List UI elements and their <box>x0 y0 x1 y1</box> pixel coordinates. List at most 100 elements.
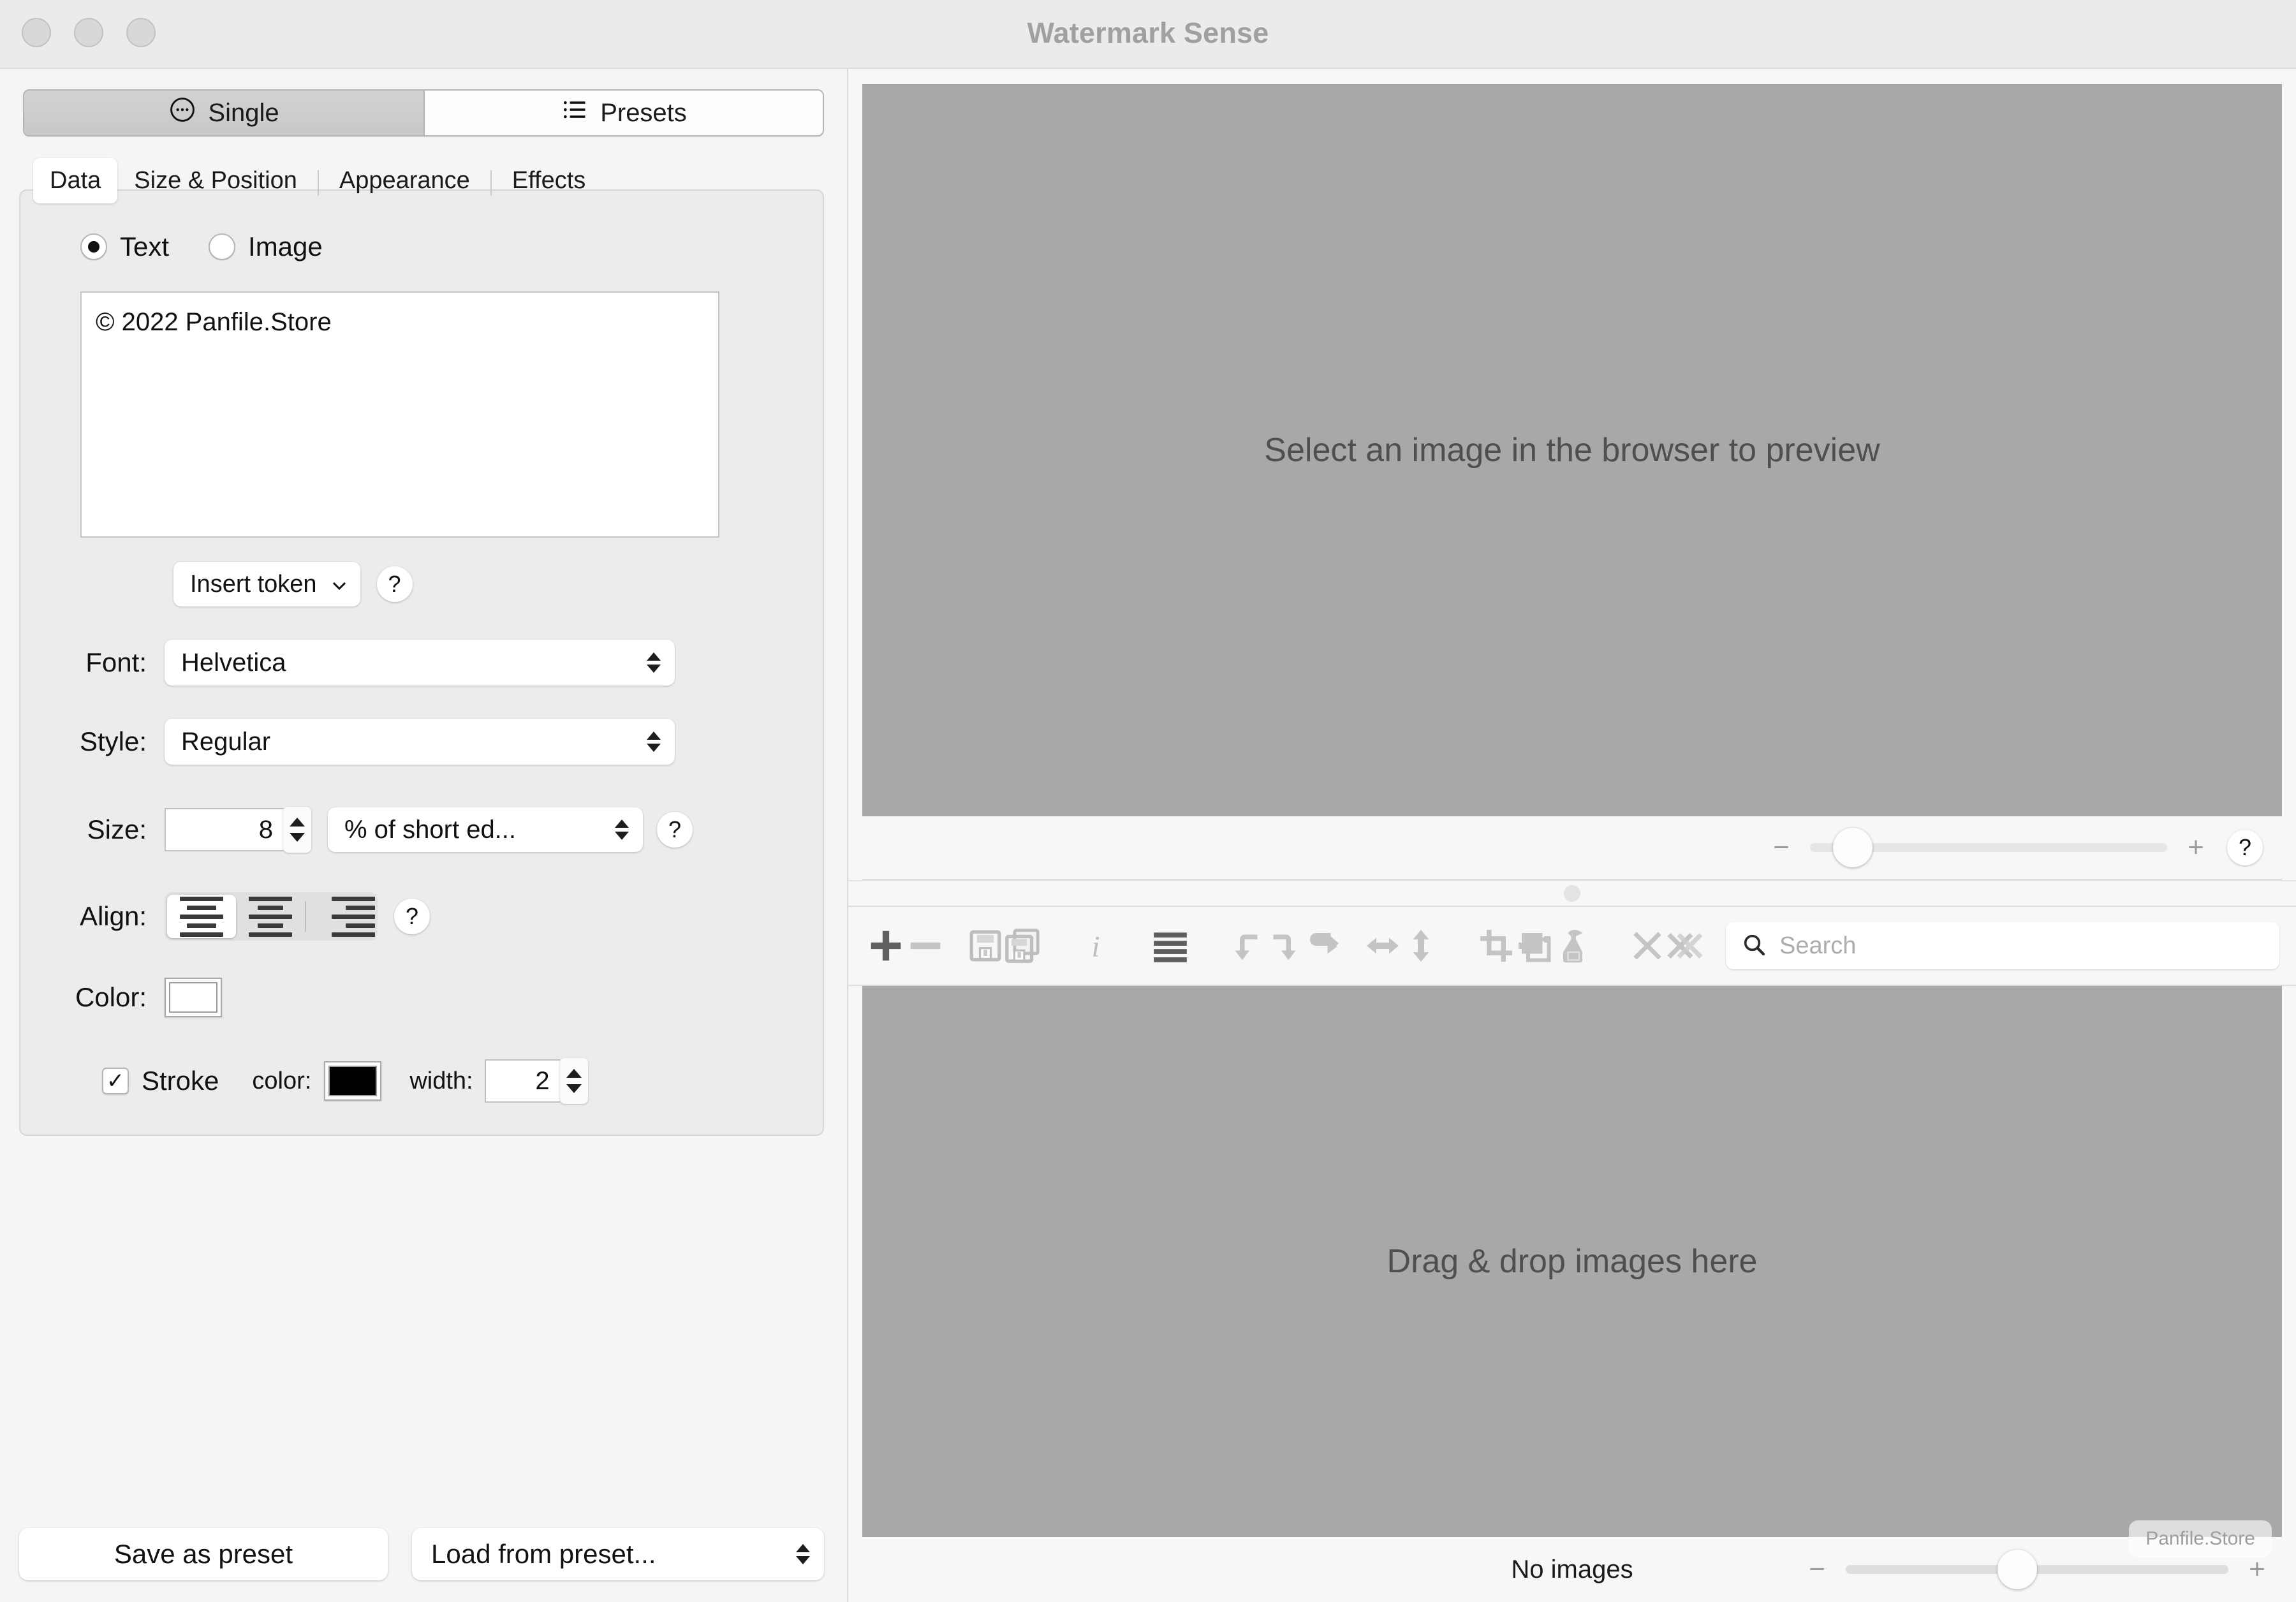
titlebar: Watermark Sense <box>0 0 2296 69</box>
remove-all-icon <box>1666 927 1704 965</box>
align-row: Align: ? <box>20 892 823 941</box>
transform-icon <box>1515 927 1554 965</box>
mode-label-presets: Presets <box>600 98 687 127</box>
stroke-row: ✓ Stroke color: width: 2 <box>20 1058 823 1104</box>
insert-token-row: Insert token ? <box>173 562 823 606</box>
stroke-color-well[interactable] <box>324 1061 382 1101</box>
insert-token-dropdown[interactable]: Insert token <box>173 562 360 606</box>
mode-button-single[interactable]: Single <box>24 91 423 135</box>
font-value: Helvetica <box>181 648 286 677</box>
size-unit-select[interactable]: % of short ed... <box>328 807 643 852</box>
load-preset-label: Load from preset... <box>431 1539 656 1569</box>
stroke-checkbox[interactable]: ✓ <box>102 1068 129 1094</box>
font-select[interactable]: Helvetica <box>165 640 675 686</box>
list-icon <box>561 96 589 130</box>
flip-vertical-icon <box>1402 927 1440 965</box>
align-help-button[interactable]: ? <box>394 899 430 934</box>
align-label: Align: <box>79 901 147 931</box>
preset-buttons: Save as preset Load from preset... <box>19 1528 824 1580</box>
watermark-text-input[interactable]: © 2022 Panfile.Store <box>80 291 719 538</box>
align-right-icon <box>332 896 375 901</box>
splitter-handle-icon <box>1564 885 1580 902</box>
search-placeholder: Search <box>1779 932 1857 959</box>
tab-effects[interactable]: Effects <box>496 158 602 203</box>
settings-panel: Single Presets Data Size & Position Appe… <box>0 69 848 1602</box>
radio-text[interactable]: Text <box>80 231 169 262</box>
info-icon: i <box>1078 928 1114 964</box>
tab-appearance[interactable]: Appearance <box>323 158 487 203</box>
style-select[interactable]: Regular <box>165 719 675 765</box>
browser-zoom-in-button[interactable]: + <box>2235 1554 2279 1585</box>
main-split: Single Presets Data Size & Position Appe… <box>0 69 2296 1602</box>
add-icon[interactable] <box>866 926 906 966</box>
tab-divider <box>317 170 319 196</box>
mode-button-presets[interactable]: Presets <box>423 91 823 135</box>
save-as-preset-button[interactable]: Save as preset <box>19 1528 388 1580</box>
color-label: Color: <box>75 982 147 1012</box>
search-field[interactable]: Search <box>1726 922 2279 969</box>
color-row: Color: <box>20 978 823 1017</box>
rotate-180-icon <box>1304 927 1342 965</box>
size-input[interactable]: 8 <box>165 808 283 851</box>
mode-label-single: Single <box>208 98 279 127</box>
remove-one-icon <box>1629 927 1666 964</box>
stroke-width-stepper[interactable] <box>559 1058 588 1104</box>
data-tab-panel: Text Image © 2022 Panfile.Store Insert t… <box>19 189 824 1136</box>
browser-zoom-out-button[interactable]: − <box>1795 1554 1839 1585</box>
align-right-button[interactable] <box>306 895 375 938</box>
preview-zoom-in-button[interactable]: + <box>2174 832 2218 863</box>
stroke-label: Stroke <box>142 1066 219 1096</box>
save-copy-icon <box>1004 927 1041 964</box>
chevron-up-down-icon <box>647 731 661 752</box>
align-left-button[interactable] <box>167 895 236 938</box>
tab-size-position[interactable]: Size & Position <box>117 158 314 203</box>
browser-toolbar: i Search <box>848 907 2296 986</box>
preview-area[interactable]: Select an image in the browser to previe… <box>862 84 2282 816</box>
slider-track <box>1846 1565 2228 1574</box>
spray-icon <box>1554 927 1592 965</box>
app-window: Watermark Sense Single Presets Data Size… <box>0 0 2296 1602</box>
size-label: Size: <box>87 814 147 844</box>
size-stepper[interactable] <box>283 807 311 853</box>
stroke-color-label: color: <box>252 1067 312 1094</box>
radio-mark-text <box>80 233 107 260</box>
load-from-preset-dropdown[interactable]: Load from preset... <box>412 1528 824 1580</box>
watermark-overlay: Panfile.Store <box>2129 1520 2272 1557</box>
preview-and-browser-panel: Select an image in the browser to previe… <box>848 69 2296 1602</box>
stroke-width-input[interactable]: 2 <box>484 1059 560 1103</box>
statusbar: No images − + Panfile.Store <box>848 1520 2296 1602</box>
size-unit-value: % of short ed... <box>344 815 517 844</box>
pane-splitter[interactable] <box>848 880 2296 907</box>
browser-zoom-slider[interactable] <box>1846 1550 2228 1589</box>
slider-knob[interactable] <box>1998 1550 2037 1589</box>
settings-tabbar: Data Size & Position Appearance Effects <box>33 158 847 203</box>
chevron-up-down-icon <box>796 1544 810 1564</box>
preview-zoom-bar: − + ? <box>862 816 2282 880</box>
font-label: Font: <box>85 647 147 677</box>
list-view-icon[interactable] <box>1151 926 1190 966</box>
rotate-left-icon <box>1227 927 1265 965</box>
align-left-icon <box>180 896 223 901</box>
preview-zoom-slider[interactable] <box>1810 828 2167 867</box>
radio-label-image: Image <box>248 231 323 261</box>
stroke-width-label: width: <box>409 1067 473 1094</box>
size-help-button[interactable]: ? <box>657 812 693 848</box>
preview-container: Select an image in the browser to previe… <box>848 69 2296 880</box>
text-color-well[interactable] <box>165 978 222 1017</box>
preview-help-button[interactable]: ? <box>2227 830 2263 865</box>
text-color-swatch <box>169 982 217 1013</box>
image-browser-dropzone[interactable]: Drag & drop images here <box>862 986 2282 1537</box>
radio-image[interactable]: Image <box>209 231 323 262</box>
chevron-up-down-icon <box>647 652 661 673</box>
slider-knob[interactable] <box>1833 828 1873 867</box>
font-row: Font: Helvetica <box>20 640 823 686</box>
crop-icon <box>1477 927 1515 965</box>
tab-data[interactable]: Data <box>33 158 118 203</box>
chevron-up-down-icon <box>615 819 629 840</box>
preview-zoom-out-button[interactable]: − <box>1759 832 1804 863</box>
source-type-group: Text Image <box>80 231 823 262</box>
size-row: Size: 8 % of short ed... ? <box>20 807 823 853</box>
chevron-down-icon <box>331 571 348 598</box>
insert-token-help-button[interactable]: ? <box>376 566 413 602</box>
align-center-button[interactable] <box>236 895 305 938</box>
